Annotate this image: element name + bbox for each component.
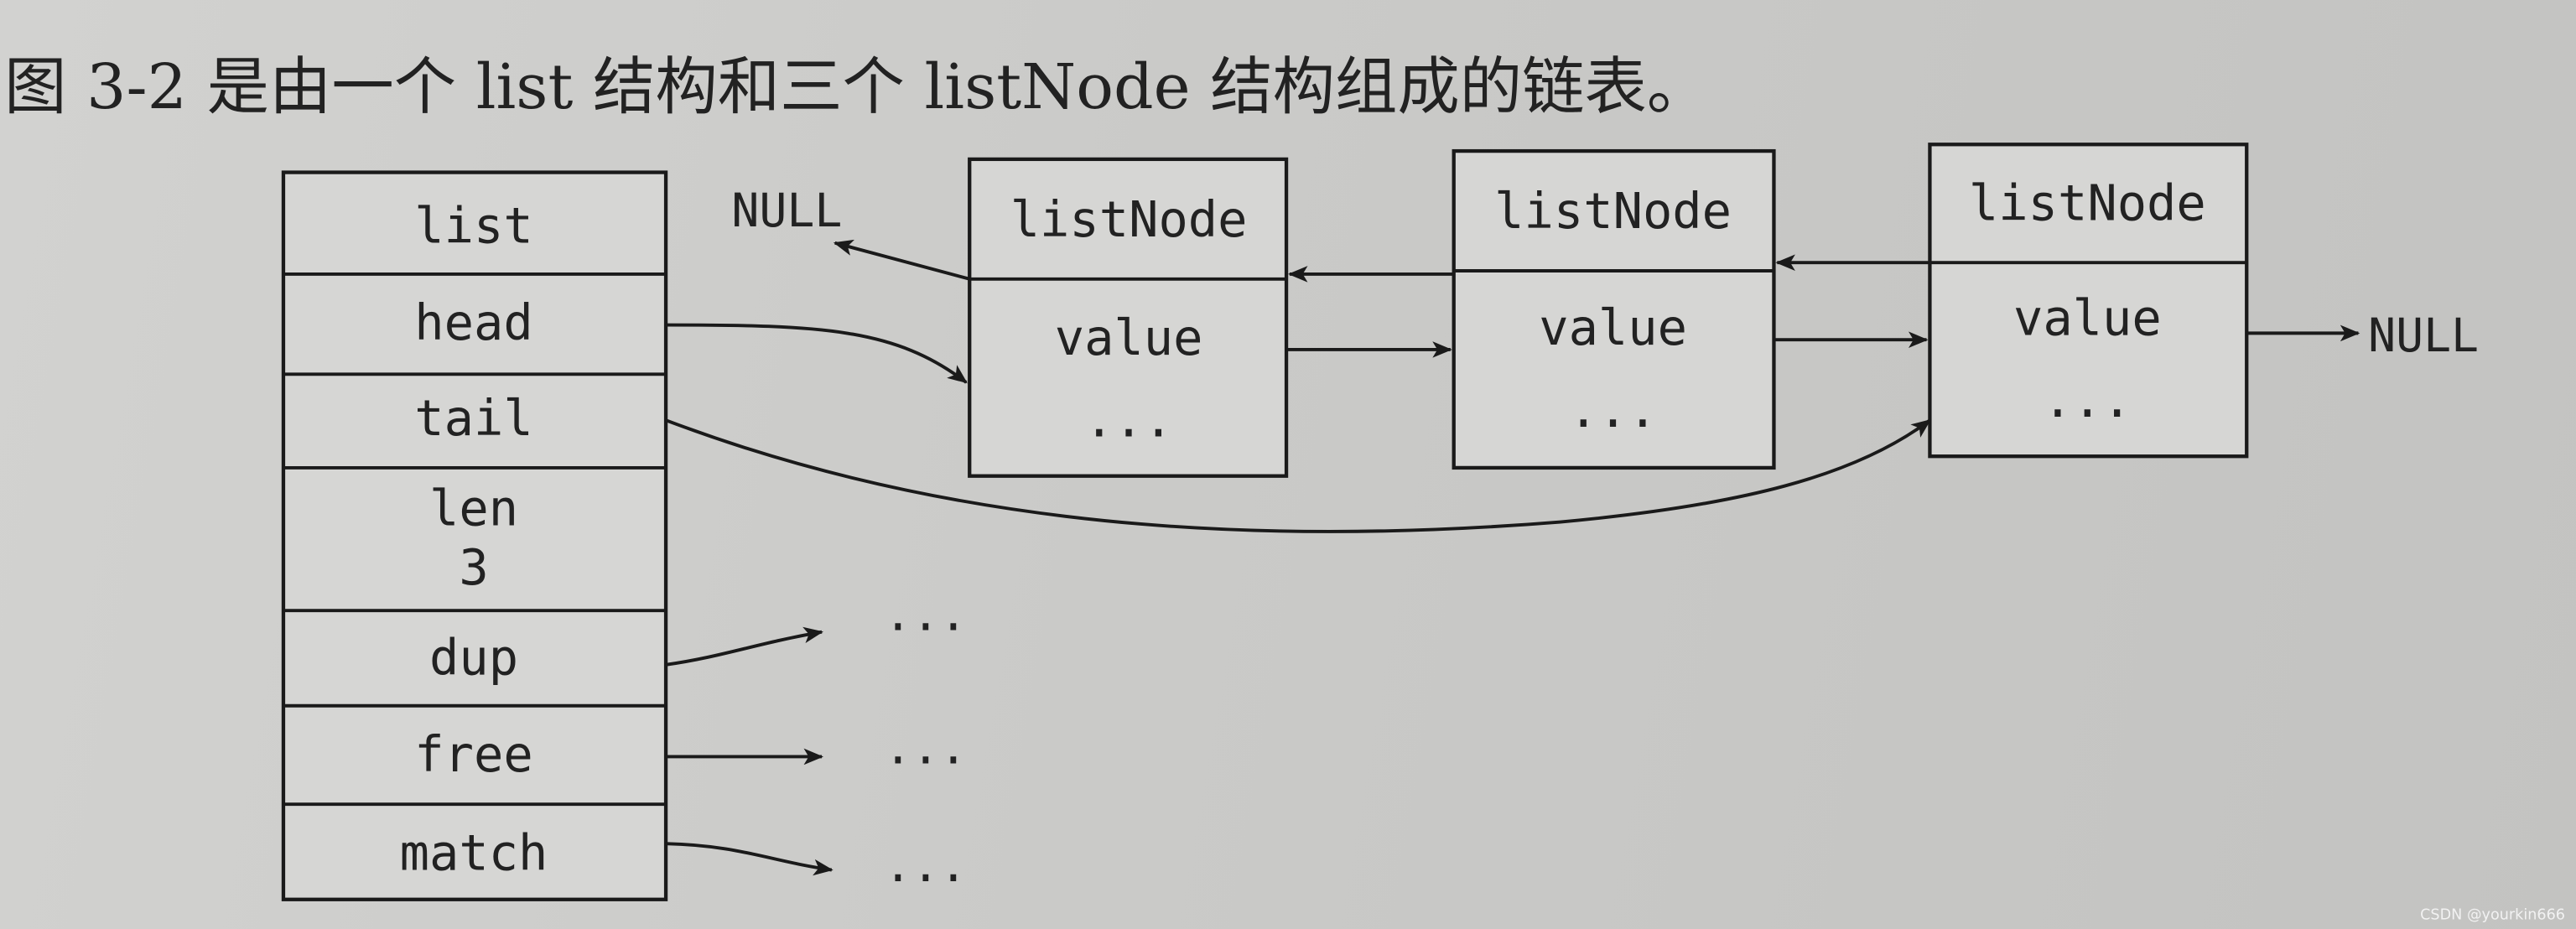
head-arrow <box>666 323 968 384</box>
node-value: value <box>2013 288 2162 346</box>
field-free: free <box>414 725 532 783</box>
len-value: 3 <box>459 538 488 596</box>
node-value: value <box>1539 298 1687 356</box>
match-ellipsis: ... <box>884 838 967 892</box>
null-next-label: NULL <box>2368 309 2479 362</box>
field-len: len <box>429 479 518 537</box>
list-node-2: listNode value ... <box>1452 148 1776 470</box>
linked-list-diagram: 图 3-2 是由一个 list 结构和三个 listNode 结构组成的链表。 … <box>4 50 2565 923</box>
caption: 图 3-2 是由一个 list 结构和三个 listNode 结构组成的链表。 <box>4 50 1709 123</box>
dup-ellipsis: ... <box>884 588 967 641</box>
list-struct: list head tail len 3 dup free match <box>281 170 668 901</box>
list-title: list <box>414 197 532 255</box>
match-arrow <box>666 842 834 876</box>
list-node-3: listNode value ... <box>1928 143 2249 459</box>
dup-arrow <box>665 626 823 667</box>
watermark: CSDN @yourkin666 <box>2420 906 2565 923</box>
free-ellipsis: ... <box>884 720 967 774</box>
node-more: ... <box>1569 381 1658 439</box>
node-title: listNode <box>1494 182 1732 240</box>
null-prev-label: NULL <box>731 184 842 237</box>
node-title: listNode <box>1969 174 2206 231</box>
field-tail: tail <box>414 389 532 447</box>
list-node-1: listNode value ... <box>968 157 1289 478</box>
field-match: match <box>400 824 548 882</box>
prev-null-arrow <box>833 239 970 281</box>
node-more: ... <box>2043 371 2132 428</box>
book-page-photo: 图 3-2 是由一个 list 结构和三个 listNode 结构组成的链表。 … <box>0 0 2576 929</box>
node-value: value <box>1055 309 1203 366</box>
field-head: head <box>414 293 532 351</box>
field-dup: dup <box>429 629 518 687</box>
node-title: listNode <box>1010 190 1248 248</box>
node-more: ... <box>1084 391 1173 449</box>
